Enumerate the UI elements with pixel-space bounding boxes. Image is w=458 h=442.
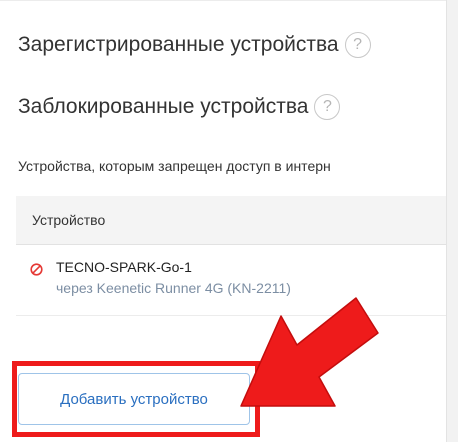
add-device-button[interactable]: Добавить устройство: [18, 373, 250, 425]
table-header: Устройство: [16, 196, 446, 245]
table-row[interactable]: TECNO-SPARK-Go-1 через Keenetic Runner 4…: [16, 245, 446, 316]
top-divider: [0, 0, 446, 1]
column-header-device: Устройство: [32, 212, 106, 228]
help-icon[interactable]: ?: [314, 94, 341, 120]
blocked-devices-table: Устройство TECNO-SPARK-Go-1 через Keenet…: [16, 196, 446, 316]
help-icon[interactable]: ?: [344, 32, 371, 58]
device-connection: через Keenetic Runner 4G (KN-2211): [56, 280, 291, 296]
blocked-devices-title: Заблокированные устройства: [18, 95, 309, 118]
registered-devices-title: Зарегистрированные устройства: [18, 33, 339, 56]
blocked-devices-heading[interactable]: Заблокированные устройства ?: [18, 94, 341, 120]
blocked-devices-description: Устройства, которым запрещен доступ в ин…: [18, 158, 331, 174]
device-name[interactable]: TECNO-SPARK-Go-1: [56, 259, 192, 275]
blocked-icon: [30, 263, 43, 276]
registered-devices-heading[interactable]: Зарегистрированные устройства ?: [18, 32, 371, 58]
scroll-edge: [446, 0, 458, 442]
